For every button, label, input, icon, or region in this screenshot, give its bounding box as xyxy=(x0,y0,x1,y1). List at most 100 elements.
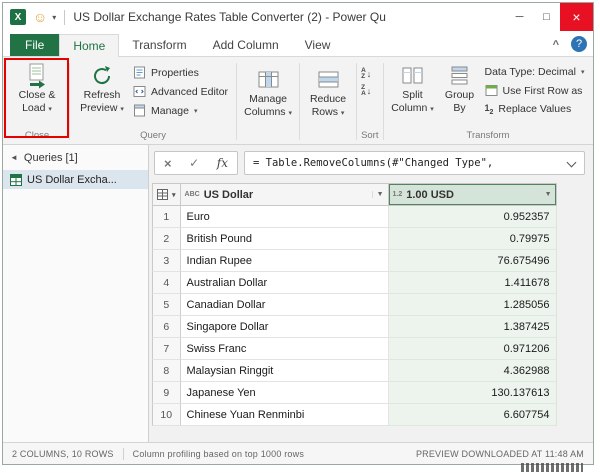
reduce-rows-button[interactable]: Reduce Rows ▾ xyxy=(302,59,354,144)
formula-input[interactable]: = Table.RemoveColumns(#"Changed Type", xyxy=(244,151,585,175)
rate-cell[interactable]: 0.79975 xyxy=(388,228,557,250)
currency-cell[interactable]: Canadian Dollar xyxy=(180,294,389,316)
table-row: 2 British Pound 0.79975 xyxy=(152,228,557,250)
row-number[interactable]: 1 xyxy=(152,206,181,228)
text-type-icon: ABC xyxy=(184,191,200,198)
ribbon-home: Close & Load ▾ Close Refresh Preview ▾ P… xyxy=(3,57,593,145)
chevron-left-icon[interactable]: ◄ xyxy=(10,153,18,162)
currency-cell[interactable]: Malaysian Ringgit xyxy=(180,360,389,382)
query-list-item[interactable]: US Dollar Excha... xyxy=(3,170,148,189)
rate-cell[interactable]: 1.411678 xyxy=(388,272,557,294)
rate-cell[interactable]: 6.607754 xyxy=(388,404,557,426)
formula-bar: × ✓ fx = Table.RemoveColumns(#"Changed T… xyxy=(149,145,593,181)
filter-dropdown-icon[interactable]: ▼ xyxy=(539,191,552,198)
currency-cell[interactable]: Australian Dollar xyxy=(180,272,389,294)
formula-commit-icon[interactable]: ✓ xyxy=(189,156,199,170)
row-number[interactable]: 7 xyxy=(152,338,181,360)
manage-label: Manage xyxy=(151,104,189,117)
chevron-down-icon: ▾ xyxy=(430,106,434,113)
replace-values-button[interactable]: 12 Replace Values xyxy=(485,103,585,116)
ribbon-group-query: Refresh Preview ▾ Properties Advanced Ed… xyxy=(72,59,234,144)
currency-cell[interactable]: Chinese Yuan Renminbi xyxy=(180,404,389,426)
use-first-row-button[interactable]: Use First Row as xyxy=(485,84,585,97)
reduce-rows-label-1: Reduce xyxy=(309,93,347,105)
row-number[interactable]: 3 xyxy=(152,250,181,272)
row-number[interactable]: 5 xyxy=(152,294,181,316)
table-row: 7 Swiss Franc 0.971206 xyxy=(152,338,557,360)
currency-cell[interactable]: British Pound xyxy=(180,228,389,250)
table-row: 1 Euro 0.952357 xyxy=(152,206,557,228)
properties-label: Properties xyxy=(151,66,199,79)
currency-cell[interactable]: Swiss Franc xyxy=(180,338,389,360)
close-load-icon xyxy=(25,62,49,89)
currency-cell[interactable]: Singapore Dollar xyxy=(180,316,389,338)
column-name: US Dollar xyxy=(203,188,254,201)
currency-cell[interactable]: Indian Rupee xyxy=(180,250,389,272)
filter-dropdown-icon[interactable]: ▼ xyxy=(371,191,384,198)
properties-button[interactable]: Properties xyxy=(133,66,228,79)
chevron-down-icon: ▾ xyxy=(120,106,124,113)
close-window-button[interactable]: × xyxy=(560,3,593,31)
tab-file[interactable]: File xyxy=(10,34,60,56)
rate-cell[interactable]: 0.952357 xyxy=(388,206,557,228)
sort-ascending-button[interactable]: AZ ↓ xyxy=(361,67,371,80)
status-preview-downloaded: PREVIEW DOWNLOADED AT 11:48 AM xyxy=(415,448,584,459)
formula-cancel-icon[interactable]: × xyxy=(164,156,172,171)
row-number[interactable]: 6 xyxy=(152,316,181,338)
manage-columns-icon xyxy=(257,66,280,93)
preview-grid: ▾ ABC US Dollar ▼ 1.2 1.00 USD ▼ 1 Euro … xyxy=(149,181,593,442)
currency-cell[interactable]: Euro xyxy=(180,206,389,228)
row-number[interactable]: 2 xyxy=(152,228,181,250)
rate-cell[interactable]: 4.362988 xyxy=(388,360,557,382)
rate-cell[interactable]: 130.137613 xyxy=(388,382,557,404)
use-first-row-label: Use First Row as xyxy=(502,84,583,97)
group-by-button[interactable]: Group By xyxy=(438,59,482,115)
sort-descending-button[interactable]: ZA ↓ xyxy=(361,84,371,97)
status-divider xyxy=(122,447,124,460)
group-label-close: Close xyxy=(24,130,50,141)
collapse-ribbon-icon[interactable]: ^ xyxy=(553,39,559,51)
close-load-label-1: Close & xyxy=(18,89,56,101)
feedback-smiley-icon[interactable]: ☺ xyxy=(33,10,47,24)
refresh-preview-button[interactable]: Refresh Preview ▾ xyxy=(74,59,130,116)
rate-cell[interactable]: 76.675496 xyxy=(388,250,557,272)
formula-expand-chevron-icon[interactable] xyxy=(566,157,577,168)
fx-icon[interactable]: fx xyxy=(217,156,228,170)
chevron-down-icon: ▾ xyxy=(340,110,345,117)
row-number[interactable]: 9 xyxy=(152,382,181,404)
quick-access-dropdown-icon[interactable]: ▾ xyxy=(52,13,56,22)
status-profiling[interactable]: Column profiling based on top 1000 rows xyxy=(133,449,304,459)
currency-cell[interactable]: Japanese Yen xyxy=(180,382,389,404)
row-number[interactable]: 10 xyxy=(152,404,181,426)
manage-columns-button[interactable]: Manage Columns ▾ xyxy=(239,59,297,144)
properties-icon xyxy=(133,66,146,79)
chevron-down-icon: ▾ xyxy=(48,106,52,113)
close-load-label-2: Load xyxy=(22,102,46,114)
queries-pane-header: ◄ Queries [1] xyxy=(3,145,148,170)
row-number[interactable]: 4 xyxy=(152,272,181,294)
split-column-label-2: Column xyxy=(391,102,428,114)
rate-cell[interactable]: 1.285056 xyxy=(388,294,557,316)
rate-cell[interactable]: 0.971206 xyxy=(388,338,557,360)
manage-button[interactable]: Manage ▾ xyxy=(133,104,228,117)
tab-view[interactable]: View xyxy=(292,34,344,56)
grid-corner-button[interactable]: ▾ xyxy=(152,183,181,206)
ribbon-group-sort: AZ ↓ ZA ↓ Sort xyxy=(359,59,380,144)
advanced-editor-button[interactable]: Advanced Editor xyxy=(133,85,228,98)
row-number[interactable]: 8 xyxy=(152,360,181,382)
tab-add-column[interactable]: Add Column xyxy=(200,34,292,56)
column-header-usd[interactable]: 1.2 1.00 USD ▼ xyxy=(388,183,557,206)
tab-transform[interactable]: Transform xyxy=(119,34,199,56)
rate-cell[interactable]: 1.387425 xyxy=(388,316,557,338)
help-icon[interactable]: ? xyxy=(571,36,587,52)
close-and-load-button[interactable]: Close & Load ▾ xyxy=(9,59,65,116)
tab-home[interactable]: Home xyxy=(59,34,120,57)
minimize-button[interactable]: ─ xyxy=(506,3,533,31)
watermark xyxy=(521,463,583,472)
column-header-us-dollar[interactable]: ABC US Dollar ▼ xyxy=(180,183,389,206)
title-bar: X ☺ ▾ US Dollar Exchange Rates Table Con… xyxy=(3,3,593,31)
sort-za-icon: ZA xyxy=(361,84,366,97)
data-type-button[interactable]: Data Type: Decimal ▾ xyxy=(485,66,585,78)
split-column-button[interactable]: Split Column ▾ xyxy=(388,59,438,116)
maximize-button[interactable]: □ xyxy=(533,3,560,31)
